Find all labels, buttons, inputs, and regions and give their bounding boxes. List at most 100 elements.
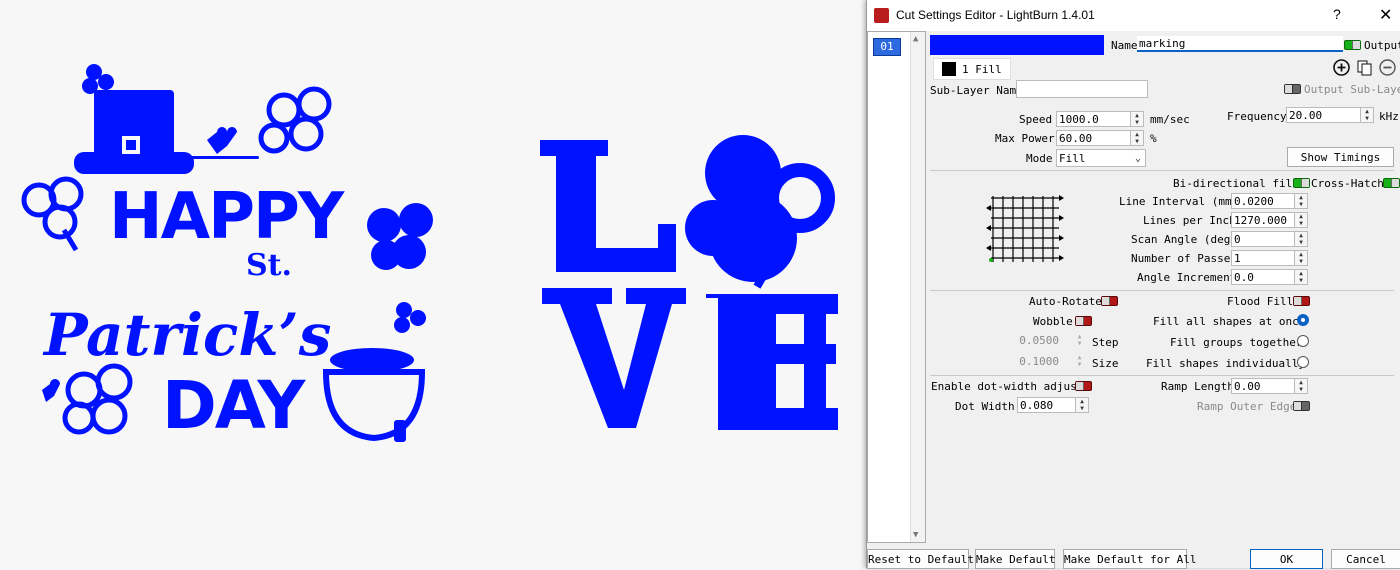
speed-input[interactable]: 1000.0 <box>1056 111 1131 127</box>
mode-select[interactable]: Fill ⌄ <box>1056 149 1146 167</box>
layer-list-scrollbar[interactable]: ▲ ▼ <box>910 32 925 542</box>
ramp-length-label: Ramp Length <box>1161 380 1234 393</box>
mode-select-value: Fill <box>1059 152 1086 165</box>
clover-icon <box>21 176 84 252</box>
fill-all-shapes-label: Fill all shapes at once <box>1153 315 1306 328</box>
design-canvas[interactable]: HAPPY St. Patrick’s DAY <box>0 0 866 568</box>
sublayer-tab-label: 1 Fill <box>962 63 1002 76</box>
remove-sublayer-button[interactable] <box>1379 59 1396 76</box>
output-toggle[interactable] <box>1344 40 1361 50</box>
dialog-title: Cut Settings Editor - LightBurn 1.4.01 <box>896 8 1095 22</box>
angle-increment-label: Angle Increment <box>1137 271 1237 284</box>
angle-increment-spinner[interactable]: ▲ ▼ <box>1295 269 1308 285</box>
lightburn-logo-icon <box>874 8 889 23</box>
auto-rotate-label: Auto-Rotate <box>1029 295 1102 308</box>
fill-all-shapes-radio[interactable] <box>1297 314 1309 326</box>
clover-icon <box>82 64 114 94</box>
sublayer-name-input[interactable] <box>1016 80 1148 98</box>
lines-per-inch-input[interactable]: 1270.000 <box>1231 212 1295 228</box>
scroll-up-icon[interactable]: ▲ <box>913 34 918 44</box>
max-power-label: Max Power <box>995 132 1055 145</box>
make-default-button[interactable]: Make Default <box>975 549 1055 569</box>
frequency-input[interactable]: 20.00 <box>1286 107 1361 123</box>
lines-per-inch-spinner[interactable]: ▲ ▼ <box>1295 212 1308 228</box>
name-label: Name <box>1111 39 1138 52</box>
cross-hatch-toggle[interactable] <box>1383 178 1400 188</box>
wobble-label: Wobble <box>1033 315 1073 328</box>
plus-circle-icon <box>1333 59 1350 76</box>
wobble-size-input[interactable]: 0.1000 <box>1009 354 1073 370</box>
sublayer-color-swatch <box>942 62 956 76</box>
wobble-size-spinner[interactable]: ▲ ▼ <box>1073 354 1086 370</box>
minus-circle-icon <box>1379 59 1396 76</box>
frequency-label: Frequency <box>1227 110 1287 123</box>
happy-st-patricks-day-artwork[interactable]: HAPPY St. Patrick’s DAY <box>14 60 454 455</box>
lines-per-inch-label: Lines per Inch <box>1143 214 1236 227</box>
speed-unit: mm/sec <box>1150 113 1190 126</box>
dot-width-adjust-toggle[interactable] <box>1075 381 1092 391</box>
fill-groups-radio[interactable] <box>1297 335 1309 347</box>
sublayer-tab[interactable]: 1 Fill <box>933 58 1011 80</box>
wobble-toggle[interactable] <box>1075 316 1092 326</box>
angle-increment-input[interactable]: 0.0 <box>1231 269 1295 285</box>
layer-item[interactable]: 01 <box>873 38 901 56</box>
number-of-passes-input[interactable]: 1 <box>1231 250 1295 266</box>
flood-fill-label: Flood Fill <box>1227 295 1294 308</box>
scan-angle-label: Scan Angle (deg) <box>1131 233 1237 246</box>
clover-icon <box>394 302 426 333</box>
reset-to-default-button[interactable]: Reset to Default <box>867 549 974 569</box>
svg-text:DAY: DAY <box>162 367 307 444</box>
flood-fill-toggle[interactable] <box>1293 296 1310 306</box>
scan-angle-input[interactable]: 0 <box>1231 231 1295 247</box>
dot-width-adjust-label: Enable dot-width adjust <box>931 380 1084 393</box>
cancel-button[interactable]: Cancel <box>1331 549 1400 569</box>
scan-angle-spinner[interactable]: ▲ ▼ <box>1295 231 1308 247</box>
show-timings-button[interactable]: Show Timings <box>1287 147 1394 167</box>
make-default-for-all-button[interactable]: Make Default for All <box>1063 549 1196 569</box>
clover-icon <box>685 135 835 289</box>
dot-width-spinner[interactable]: ▲ ▼ <box>1076 397 1089 413</box>
cut-settings-editor-dialog: Cut Settings Editor - LightBurn 1.4.01 ?… <box>866 0 1400 569</box>
max-power-spinner[interactable]: ▲ ▼ <box>1131 130 1144 146</box>
ramp-outer-edge-toggle[interactable] <box>1293 401 1310 411</box>
output-sublayer-label: Output Sub-Layer <box>1304 83 1400 96</box>
max-power-input[interactable]: 60.00 <box>1056 130 1131 146</box>
output-sublayer-toggle[interactable] <box>1284 84 1301 94</box>
ok-button[interactable]: OK <box>1250 549 1323 569</box>
love-letter-e <box>698 294 838 430</box>
copy-sublayer-button[interactable] <box>1356 59 1373 76</box>
ramp-length-spinner[interactable]: ▲ ▼ <box>1295 378 1308 394</box>
svg-text:St.: St. <box>246 248 292 283</box>
speed-spinner[interactable]: ▲ ▼ <box>1131 111 1144 127</box>
auto-rotate-toggle[interactable] <box>1101 296 1118 306</box>
svg-text:Patrick’s: Patrick’s <box>42 301 331 369</box>
layer-list[interactable]: 01 ▲ ▼ <box>867 31 926 543</box>
wobble-step-input[interactable]: 0.0500 <box>1009 333 1073 349</box>
layer-color-swatch[interactable] <box>930 35 1104 55</box>
speed-label: Speed <box>1019 113 1053 126</box>
line-interval-input[interactable]: 0.0200 <box>1231 193 1295 209</box>
ramp-outer-edge-label: Ramp Outer Edge <box>1197 400 1297 413</box>
line-interval-spinner[interactable]: ▲ ▼ <box>1295 193 1308 209</box>
add-sublayer-button[interactable] <box>1333 59 1350 76</box>
wobble-step-label: Step <box>1092 336 1119 349</box>
number-of-passes-spinner[interactable]: ▲ ▼ <box>1295 250 1308 266</box>
scroll-down-icon[interactable]: ▼ <box>913 530 918 540</box>
max-power-unit: % <box>1150 132 1157 145</box>
frequency-spinner[interactable]: ▲ ▼ <box>1361 107 1374 123</box>
svg-text:HAPPY: HAPPY <box>109 180 345 254</box>
layer-name-input[interactable]: marking <box>1137 36 1343 52</box>
clover-icon <box>62 363 133 435</box>
ramp-length-input[interactable]: 0.00 <box>1231 378 1295 394</box>
love-letter-l <box>540 140 676 272</box>
help-button[interactable]: ? <box>1333 6 1341 22</box>
wobble-step-spinner[interactable]: ▲ ▼ <box>1073 333 1086 349</box>
clover-icon <box>367 203 433 270</box>
close-button[interactable]: ✕ <box>1379 5 1392 25</box>
bidirectional-fill-toggle[interactable] <box>1293 178 1310 188</box>
love-clover-artwork[interactable] <box>538 128 854 438</box>
fill-individually-radio[interactable] <box>1297 356 1309 368</box>
leprechaun-hat-icon <box>74 90 194 174</box>
dot-width-input[interactable]: 0.080 <box>1017 397 1076 413</box>
copy-icon <box>1357 60 1372 76</box>
